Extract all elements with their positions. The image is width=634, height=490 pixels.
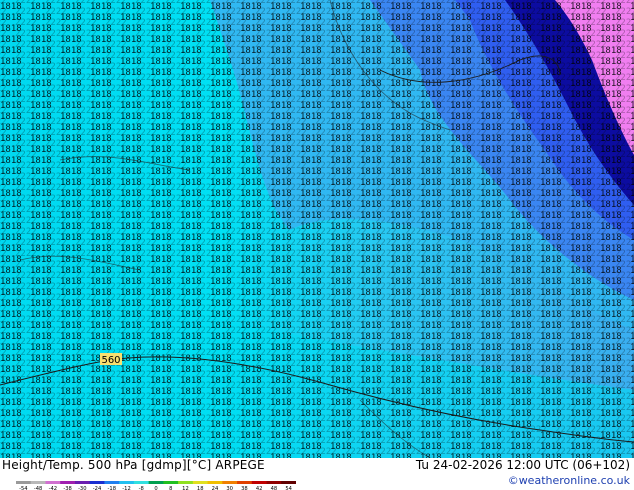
scale-swatch [30, 481, 46, 484]
scale-tick-label: -30 [78, 486, 86, 490]
scale-swatch [163, 481, 179, 484]
scale-swatch [119, 481, 135, 484]
scale-tick-label: 42 [256, 486, 263, 490]
scale-tick-label: 12 [182, 486, 189, 490]
weather-map-view: 1818 2222 560 Height/Temp. 500 hPa [gdmp… [0, 0, 634, 490]
scale-tick-label: 18 [197, 486, 204, 490]
forecast-datetime: Tu 24-02-2026 12:00 UTC (06+102) [415, 458, 630, 472]
scale-swatches [16, 481, 296, 484]
scale-tick-label: 38 [241, 486, 248, 490]
scale-tick-label: 8 [169, 486, 172, 490]
scale-swatch [281, 481, 296, 484]
scale-swatch [45, 481, 61, 484]
scale-tick-label: -42 [49, 486, 57, 490]
credit-link[interactable]: ©weatheronline.co.uk [508, 474, 630, 487]
scale-tick-label: -24 [93, 486, 102, 490]
scale-swatch [89, 481, 105, 484]
scale-swatch [192, 481, 209, 484]
scale-tick-label: 30 [226, 486, 233, 490]
map-footer: Height/Temp. 500 hPa [gdmp][°C] ARPEGE T… [0, 458, 634, 490]
temperature-map: 1818 2222 560 [0, 0, 634, 458]
scale-tick-label: -8 [139, 486, 144, 490]
scale-swatch [133, 481, 150, 484]
temperature-color-scale: -54 -48 -42 -38 -30 -24 -18 -12 -8 0 8 12 18 24 30 38 42… [16, 481, 296, 490]
scale-tick-label: 48 [271, 486, 278, 490]
scale-swatch [222, 481, 238, 484]
scale-swatch [266, 481, 282, 484]
scale-swatch [178, 481, 194, 484]
scale-tick-label: -12 [122, 486, 130, 490]
svg-text:560: 560 [101, 355, 120, 366]
map-title: Height/Temp. 500 hPa [gdmp][°C] ARPEGE [2, 458, 265, 472]
contour-label: 560 [100, 353, 122, 366]
scale-tick-label: -54 [19, 486, 28, 490]
scale-tick-labels: -54 -48 -42 -38 -30 -24 -18 -12 -8 0 8 12 18 24 30 38 42… [19, 486, 292, 490]
scale-swatch [104, 481, 120, 484]
scale-swatch [74, 481, 91, 484]
scale-swatch [148, 481, 164, 484]
scale-tick-label: -18 [108, 486, 116, 490]
scale-tick-label: 24 [212, 486, 219, 490]
scale-swatch [16, 481, 32, 484]
scale-swatch [251, 481, 268, 484]
scale-tick-label: 54 [285, 486, 292, 490]
scale-swatch [207, 481, 223, 484]
scale-tick-label: 0 [154, 486, 157, 490]
scale-swatch [60, 481, 76, 484]
scale-tick-label: -48 [34, 486, 42, 490]
scale-tick-label: -38 [63, 486, 71, 490]
scale-swatch [237, 481, 253, 484]
